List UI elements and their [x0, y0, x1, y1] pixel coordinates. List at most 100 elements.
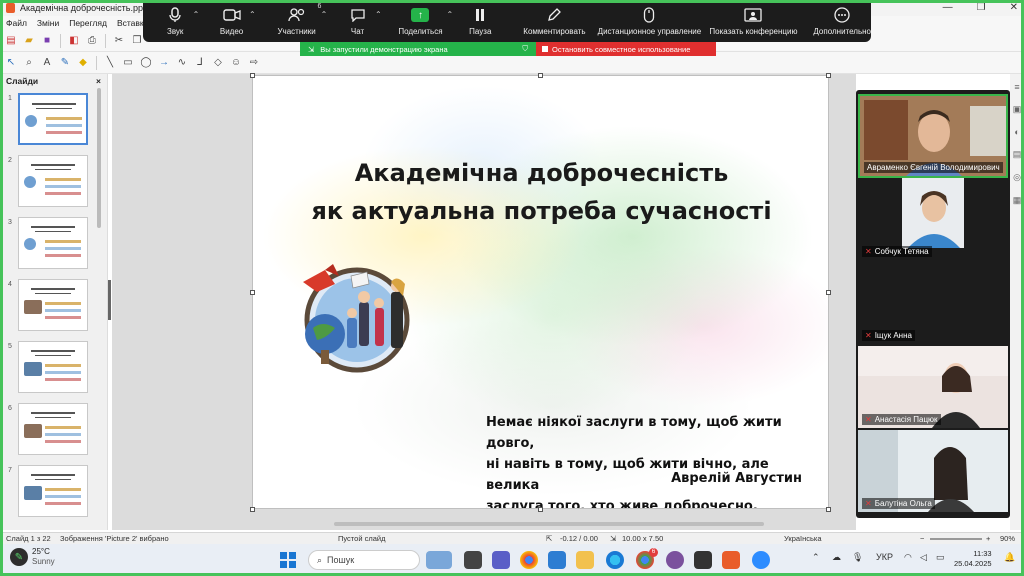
participant-tile-3[interactable]: ✕ Іщук Анна — [858, 262, 1008, 344]
zoom-annotate-button[interactable]: Комментировать — [523, 0, 586, 36]
maximize-button[interactable]: ❐ — [977, 2, 986, 13]
status-language[interactable]: Українська — [784, 534, 822, 543]
zoom-show-meeting-button[interactable]: Показать конференцию — [709, 0, 797, 36]
properties-icon[interactable]: ≡ — [1014, 82, 1019, 92]
close-button[interactable]: ✕ — [1010, 2, 1018, 13]
menu-file[interactable]: Файл — [6, 18, 27, 28]
selection-handle[interactable] — [826, 290, 831, 295]
taskbar-media-icon[interactable] — [694, 551, 712, 569]
menu-view[interactable]: Перегляд — [69, 18, 107, 28]
taskbar-edge-icon[interactable] — [606, 551, 624, 569]
tray-chevron-up-icon[interactable]: ⌃ — [812, 552, 820, 563]
status-layout[interactable]: Пустой слайд — [338, 534, 385, 543]
taskbar-teams-icon[interactable] — [492, 551, 510, 569]
slide-thumbnail[interactable] — [18, 93, 88, 145]
chevron-down-icon[interactable]: ⌃ — [446, 10, 453, 19]
copy-icon[interactable]: ❐ — [130, 34, 144, 48]
taskbar-explorer-icon[interactable] — [548, 551, 566, 569]
taskbar-search[interactable]: ⌕ Пошук — [308, 550, 420, 570]
taskbar-news-icon[interactable] — [426, 551, 452, 569]
selection-handle[interactable] — [250, 290, 255, 295]
cut-icon[interactable]: ✂ — [112, 34, 126, 48]
print-icon[interactable]: ⎙ — [85, 34, 99, 48]
selection-handle[interactable] — [538, 73, 543, 78]
slide-thumbnail[interactable] — [18, 155, 88, 207]
selection-handle[interactable] — [250, 507, 255, 512]
selection-handle[interactable] — [250, 73, 255, 78]
zoom-audio-button[interactable]: Звук ⌃ — [161, 0, 199, 36]
weather-widget[interactable]: ✎ 25°C Sunny — [10, 547, 55, 567]
chevron-down-icon[interactable]: ⌃ — [321, 10, 328, 19]
zoom-pause-button[interactable]: Пауза — [465, 0, 495, 36]
selection-handle[interactable] — [826, 73, 831, 78]
chevron-down-icon[interactable]: ⌃ — [375, 10, 382, 19]
taskbar-chrome-icon[interactable] — [520, 551, 538, 569]
save-icon[interactable]: ■ — [40, 34, 54, 48]
slide-thumbnail[interactable] — [18, 279, 88, 331]
line-color-icon[interactable]: ✎ — [58, 56, 72, 70]
zoom-share-button[interactable]: ↑ Поделиться ⌃ — [398, 0, 453, 36]
slide-quote[interactable]: Немає ніякої заслуги в тому, щоб жити до… — [486, 412, 816, 508]
panel-collapse-handle[interactable] — [108, 280, 111, 320]
symbol-shapes-icon[interactable]: ☺ — [229, 56, 243, 70]
fill-color-icon[interactable]: ◆ — [76, 56, 90, 70]
participant-tile-2[interactable]: ✕ Собчук Тетяна — [858, 178, 1008, 260]
gallery-icon[interactable]: ▦ — [1013, 195, 1022, 206]
participant-tile-4[interactable]: ✕ Анастасія Пацюк — [858, 346, 1008, 428]
navigator-icon[interactable]: ◎ — [1013, 172, 1021, 183]
slide-picture[interactable] — [295, 262, 417, 374]
slide-title[interactable]: Академічна доброчесність як актуальна по… — [253, 154, 828, 230]
zoom-in-icon[interactable]: + — [986, 534, 990, 543]
zoom-slider[interactable] — [930, 538, 982, 540]
open-folder-icon[interactable]: ▰ — [22, 34, 36, 48]
stop-share-button[interactable]: Остановить совместное использование — [536, 42, 716, 56]
tray-microphone-icon[interactable]: 🎙 — [852, 552, 863, 563]
curve-icon[interactable]: ∿ — [175, 56, 189, 70]
zoom-chat-button[interactable]: Чат ⌃ — [343, 0, 382, 36]
chevron-down-icon[interactable]: ⌃ — [249, 10, 256, 19]
basic-shapes-icon[interactable]: ◇ — [211, 56, 225, 70]
quote-author[interactable]: Аврелій Августин — [671, 471, 802, 486]
slide-transition-icon[interactable]: ▣ — [1013, 104, 1022, 115]
notifications-icon[interactable]: 🔔 — [1004, 552, 1015, 563]
zoom-more-button[interactable]: Дополнительно — [813, 0, 871, 36]
taskbar-impress-icon[interactable] — [722, 551, 740, 569]
zoom-participants-button[interactable]: 6 Участники ⌃ — [276, 0, 327, 36]
slide-thumbnail[interactable] — [18, 341, 88, 393]
selection-handle[interactable] — [826, 507, 831, 512]
select-arrow-icon[interactable]: ↖ — [4, 56, 18, 70]
taskbar-viber-icon[interactable] — [666, 551, 684, 569]
master-slides-icon[interactable]: ▤ — [1013, 149, 1022, 160]
taskbar-files-icon[interactable] — [576, 551, 594, 569]
horizontal-scrollbar[interactable] — [334, 522, 764, 526]
selection-handle[interactable] — [538, 507, 543, 512]
text-icon[interactable]: A — [40, 56, 54, 70]
ellipse-icon[interactable]: ◯ — [139, 56, 153, 70]
block-arrows-icon[interactable]: ⇨ — [247, 56, 261, 70]
slide-thumbnail[interactable] — [18, 465, 88, 517]
volume-icon[interactable]: ◁ — [920, 552, 927, 563]
taskbar-zoom-icon[interactable] — [752, 551, 770, 569]
zoom-pan-icon[interactable]: ⌕ — [22, 56, 36, 70]
participant-tile-1[interactable]: Авраменко Євгеній Володимирович — [858, 94, 1008, 178]
minimize-button[interactable]: — — [943, 2, 953, 13]
wifi-icon[interactable]: ◠ — [904, 552, 912, 563]
zoom-video-button[interactable]: Видео ⌃ — [217, 0, 256, 36]
taskbar-clock[interactable]: 11:33 25.04.2025 — [954, 549, 992, 569]
zoom-out-icon[interactable]: − — [920, 534, 924, 543]
start-button[interactable] — [280, 552, 296, 568]
status-zoom[interactable]: 90% — [1000, 534, 1015, 543]
close-panel-icon[interactable]: × — [96, 76, 101, 86]
tray-language[interactable]: УКР — [876, 552, 893, 562]
battery-icon[interactable]: ▭ — [936, 552, 945, 563]
animation-icon[interactable]: ◐ — [1014, 127, 1019, 137]
zoom-remote-control-button[interactable]: Дистанционное управление — [598, 0, 701, 36]
pin-icon[interactable]: ⇲ — [308, 45, 314, 54]
slides-panel-scrollbar[interactable] — [97, 88, 101, 228]
taskbar-task-view-icon[interactable] — [464, 551, 482, 569]
rectangle-icon[interactable]: ▭ — [121, 56, 135, 70]
menu-edit[interactable]: Зміни — [37, 18, 59, 28]
slide-thumbnail[interactable] — [18, 217, 88, 269]
chevron-down-icon[interactable]: ⌃ — [193, 10, 200, 19]
new-document-icon[interactable]: ▤ — [4, 34, 18, 48]
